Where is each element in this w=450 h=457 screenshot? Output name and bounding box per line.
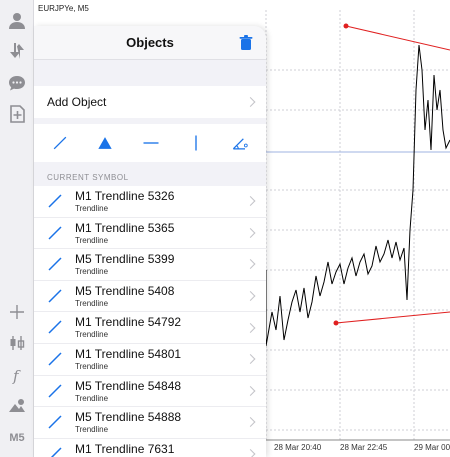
trash-icon[interactable] — [239, 35, 253, 51]
trade-icon[interactable] — [0, 36, 34, 66]
chat-icon[interactable] — [0, 68, 34, 98]
triangle-tool-icon[interactable] — [93, 131, 117, 155]
time-label-3: 29 Mar 00 — [414, 443, 450, 452]
list-item[interactable]: M1 Trendline 7631 — [34, 439, 266, 457]
vertical-line-tool-icon[interactable] — [184, 131, 208, 155]
app-window: EURJPYe, M5 28 Mar 20:40 28 Mar 22:45 29… — [0, 0, 450, 457]
trendline-icon — [48, 384, 62, 398]
item-type: Trendline — [75, 267, 109, 277]
list-item[interactable]: M5 Trendline 54848 Trendline — [34, 376, 266, 408]
list-item[interactable]: M5 Trendline 54888 Trendline — [34, 407, 266, 439]
item-title: M5 Trendline 5399 — [75, 252, 175, 267]
item-type: Trendline — [75, 330, 109, 340]
chevron-right-icon — [245, 385, 256, 396]
chevron-right-icon — [245, 259, 256, 270]
object-tools — [34, 124, 266, 162]
item-title: M1 Trendline 7631 — [75, 441, 175, 456]
objects-list: M1 Trendline 5326 Trendline M1 Trendline… — [34, 186, 266, 457]
angle-tool-icon[interactable] — [228, 131, 252, 155]
trendline-lower-anchor — [333, 320, 339, 326]
time-label-2: 28 Mar 22:45 — [340, 443, 388, 452]
svg-text:f: f — [12, 367, 21, 385]
item-title: M5 Trendline 54848 — [75, 378, 182, 393]
objects-panel: Objects Add Object CURRENT SYMBOL M1 Tre… — [34, 26, 266, 457]
section-header: CURRENT SYMBOL — [47, 173, 129, 182]
item-title: M1 Trendline 5326 — [75, 189, 175, 203]
list-item[interactable]: M5 Trendline 5408 Trendline — [34, 281, 266, 313]
item-title: M1 Trendline 54801 — [75, 346, 182, 361]
item-type: Trendline — [75, 204, 109, 213]
chevron-right-icon — [245, 196, 256, 207]
item-type: Trendline — [75, 393, 109, 403]
item-type: Trendline — [75, 235, 109, 245]
trendline-upper-anchor — [343, 23, 349, 29]
panel-header: Objects — [34, 26, 266, 60]
timeframe-button[interactable]: M5 — [0, 423, 34, 453]
chart-type-icon[interactable] — [0, 328, 34, 358]
trendline-icon — [48, 352, 62, 366]
item-type: Trendline — [75, 361, 109, 371]
trendline-tool-icon[interactable] — [48, 131, 72, 155]
item-title: M1 Trendline 54792 — [75, 315, 182, 330]
add-object-button[interactable]: Add Object — [34, 86, 266, 118]
price-line — [265, 44, 450, 347]
trendline-icon — [48, 289, 62, 303]
new-order-icon[interactable] — [0, 99, 34, 129]
indicators-icon[interactable]: f — [0, 360, 34, 390]
time-label-1: 28 Mar 20:40 — [274, 443, 322, 452]
trendline-icon — [50, 447, 62, 457]
trendline-lower — [335, 311, 450, 324]
chevron-right-icon — [245, 354, 256, 365]
left-toolbar: f M5 — [0, 0, 34, 457]
item-title: M5 Trendline 5408 — [75, 283, 175, 298]
list-item[interactable]: M5 Trendline 5399 Trendline — [34, 249, 266, 281]
item-title: M1 Trendline 5365 — [75, 220, 175, 235]
trendline-icon — [48, 415, 62, 429]
trendline-icon — [48, 257, 62, 271]
objects-icon[interactable] — [0, 391, 34, 421]
item-type: Trendline — [75, 298, 109, 308]
chevron-right-icon — [245, 291, 256, 302]
account-icon[interactable] — [0, 6, 34, 36]
list-item[interactable]: M1 Trendline 54792 Trendline — [34, 312, 266, 344]
chevron-right-icon — [245, 97, 256, 107]
list-item[interactable]: M1 Trendline 5326 Trendline — [34, 186, 266, 218]
chevron-right-icon — [245, 322, 256, 333]
trendline-icon — [48, 226, 62, 240]
trendline-upper — [345, 25, 450, 51]
list-item[interactable]: M1 Trendline 54801 Trendline — [34, 344, 266, 376]
item-title: M5 Trendline 54888 — [75, 410, 182, 425]
crosshair-icon[interactable] — [0, 297, 34, 327]
chevron-right-icon — [245, 227, 256, 238]
trendline-icon — [48, 194, 62, 208]
trendline-icon — [48, 320, 62, 334]
item-type: Trendline — [75, 425, 109, 435]
chevron-right-icon — [245, 417, 256, 428]
panel-title: Objects — [126, 35, 174, 50]
chevron-right-icon — [245, 449, 256, 457]
add-object-label: Add Object — [47, 95, 107, 109]
horizontal-line-tool-icon[interactable] — [139, 131, 163, 155]
list-item[interactable]: M1 Trendline 5365 Trendline — [34, 218, 266, 250]
